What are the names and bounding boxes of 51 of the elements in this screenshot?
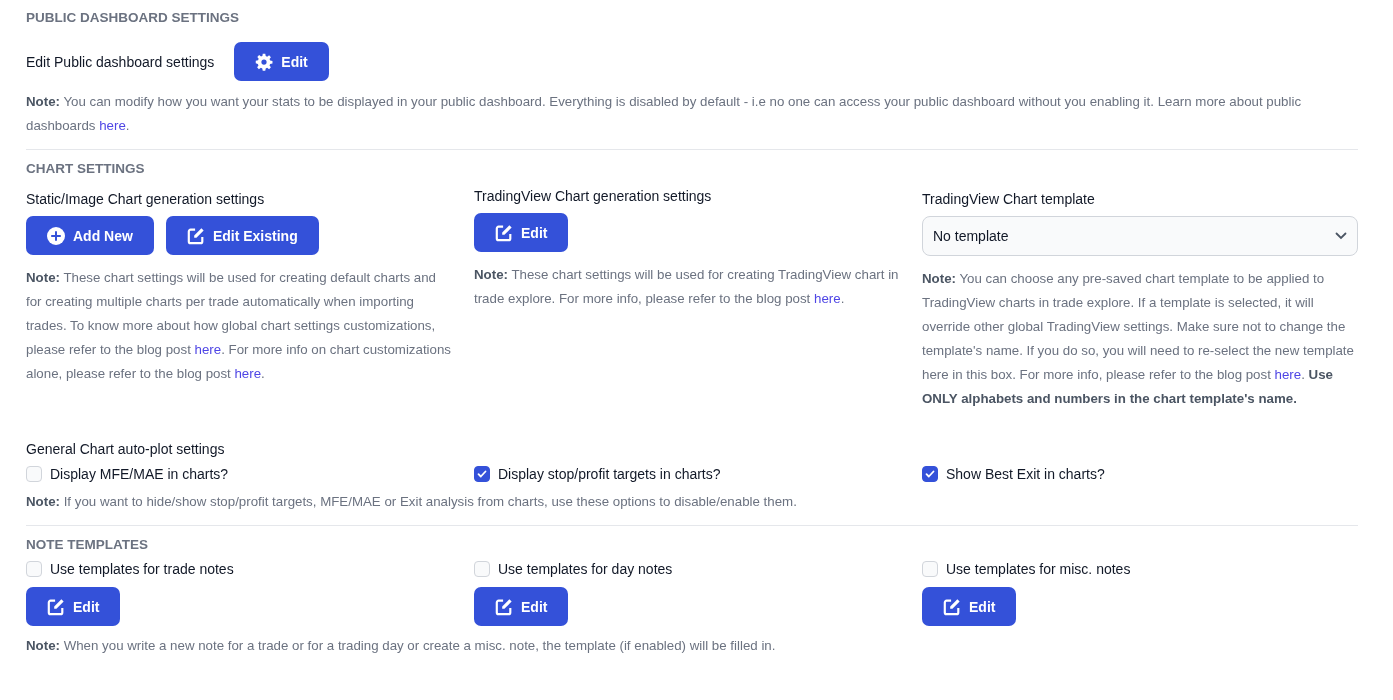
here-link[interactable]: here: [1274, 367, 1302, 382]
column-title: TradingView Chart template: [922, 191, 1096, 207]
edit-button[interactable]: Edit: [474, 587, 569, 626]
option-label: Use templates for trade notes: [50, 561, 234, 577]
edit-button[interactable]: Edit: [474, 213, 569, 252]
edit-icon: [186, 226, 205, 245]
edit-button[interactable]: Edit: [922, 587, 1017, 626]
setting-label: Edit Public dashboard settings: [26, 53, 215, 70]
option-label: Show Best Exit in charts?: [946, 466, 1105, 482]
edit-button[interactable]: Edit Existing: [165, 216, 319, 255]
checkbox-option[interactable]: Show Best Exit in charts?: [922, 466, 1358, 482]
note-text: Note: These chart settings will be used for creating default charts and for creating multiple charts per trade automatically when importing trades. To know more about how global chart settings customizations, please refer to the blog post here. For more info on chart customizations alone, please refer to the blog post here.: [26, 269, 452, 383]
checkbox[interactable]: [474, 466, 490, 482]
edit-icon: [495, 597, 513, 616]
here-link[interactable]: here: [99, 118, 126, 133]
note-text: Note: When you write a new note for a trade or for a trading day or create a misc. note, the template (if enabled) will be filled in.: [26, 637, 777, 655]
checkbox-option[interactable]: Display MFE/MAE in charts?: [26, 466, 474, 482]
template-select[interactable]: No template: [922, 216, 1358, 256]
option-label: Use templates for misc. notes: [946, 561, 1131, 577]
note-text: Note: If you want to hide/show stop/profit targets, MFE/MAE or Exit analysis from charts, use these options to disable/enable them.: [26, 493, 798, 511]
edit-button[interactable]: Edit: [234, 42, 329, 81]
section-heading: CHART SETTINGS: [26, 161, 146, 176]
edit-icon: [943, 597, 961, 616]
checkbox-option[interactable]: Display stop/profit targets in charts?: [474, 466, 922, 482]
settings-icon: [255, 52, 274, 71]
chevron-down-icon: [1335, 232, 1347, 240]
note-text: Note: You can choose any pre-saved chart template to be applied to TradingView charts in trade explore. If a template is selected, it will override other global TradingView settings. Make sure not to change the template's name. If you do so, you will need to re-select the new template here in this box. For more info, please refer to the blog post here. Use ONLY alphabets and numbers in the chart template's name.: [922, 270, 1355, 408]
here-link[interactable]: here: [194, 342, 222, 357]
note-text: Note: You can modify how you want your stats to be displayed in your public dashboard. Everything is disabled by default - i.e no one can access your public dashboard without you enabling it. Learn more about public dashboards here.: [26, 93, 1303, 135]
option-label: Use templates for day notes: [498, 561, 673, 577]
check-icon: [477, 469, 487, 479]
plus-circle-icon: [47, 226, 65, 245]
section-heading: NOTE TEMPLATES: [26, 537, 149, 552]
edit-button[interactable]: Edit: [26, 587, 121, 626]
setting-label: General Chart auto-plot settings: [26, 441, 226, 457]
checkbox-option[interactable]: Use templates for trade notes: [26, 561, 474, 577]
column-title: TradingView Chart generation settings: [474, 188, 713, 204]
note-text: Note: These chart settings will be used for creating TradingView chart in trade explore. For more info, please refer to the blog post here.: [474, 266, 900, 308]
checkbox[interactable]: [922, 466, 938, 482]
section-heading: PUBLIC DASHBOARD SETTINGS: [26, 10, 240, 25]
option-label: Display MFE/MAE in charts?: [50, 466, 229, 482]
checkbox-option[interactable]: Use templates for day notes: [474, 561, 922, 577]
add-button[interactable]: Add New: [26, 216, 154, 255]
option-label: Display stop/profit targets in charts?: [498, 466, 721, 482]
edit-icon: [495, 223, 513, 242]
column-title: Static/Image Chart generation settings: [26, 191, 266, 207]
here-link[interactable]: here: [814, 291, 841, 306]
edit-icon: [47, 597, 65, 616]
here-link[interactable]: here: [234, 366, 262, 381]
checkbox-option[interactable]: Use templates for misc. notes: [922, 561, 1358, 577]
check-icon: [925, 469, 935, 479]
